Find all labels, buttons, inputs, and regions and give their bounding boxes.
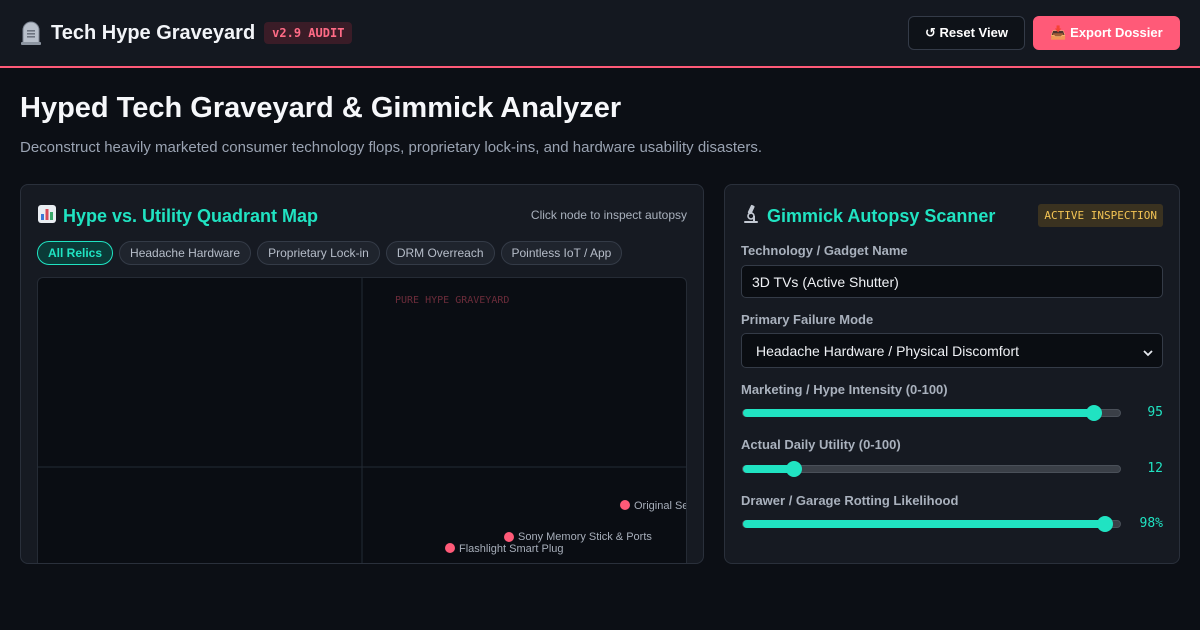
daily-utility-value: 12 <box>1147 461 1163 476</box>
slider-fill <box>743 520 1105 528</box>
slider-thumb[interactable] <box>786 461 803 477</box>
rotting-likelihood-label: Drawer / Garage Rotting Likelihood <box>741 493 959 508</box>
chevron-down-icon <box>1143 345 1153 357</box>
scanner-panel-heading: Gimmick Autopsy Scanner <box>767 206 996 226</box>
daily-utility-slider[interactable] <box>742 461 1121 477</box>
top-bar: Tech Hype Graveyard v2.9 AUDIT ↺ Reset V… <box>0 0 1200 68</box>
slider-fill <box>743 409 1094 417</box>
filter-chip-drm-overreach[interactable]: DRM Overreach <box>385 241 495 265</box>
hype-intensity-value: 95 <box>1147 405 1163 420</box>
reset-view-label: ↺ Reset View <box>925 25 1008 40</box>
quadrant-panel-hint: Click node to inspect autopsy <box>530 208 687 222</box>
filter-chip-all-relics[interactable]: All Relics <box>37 241 114 265</box>
node-label: Sony Memory Stick & Ports <box>518 531 652 543</box>
filter-chip-pointless-iot[interactable]: Pointless IoT / App <box>500 241 623 265</box>
page-title: Hyped Tech Graveyard & Gimmick Analyzer <box>20 92 622 124</box>
export-dossier-label: 📥 Export Dossier <box>1050 25 1163 40</box>
node-label: Original Se <box>634 500 687 512</box>
microscope-icon <box>741 204 761 229</box>
tombstone-icon <box>20 21 44 45</box>
version-badge: v2.9 AUDIT <box>264 22 353 44</box>
node-label: Flashlight Smart Plug <box>459 543 564 555</box>
node-original-se[interactable]: Original Se <box>620 500 687 512</box>
quadrant-map-panel: Hype vs. Utility Quadrant Map Click node… <box>20 184 704 564</box>
failure-mode-value: Headache Hardware / Physical Discomfort <box>756 342 1019 359</box>
gadget-name-input[interactable] <box>741 265 1163 298</box>
hype-intensity-label: Marketing / Hype Intensity (0-100) <box>741 382 948 397</box>
failure-mode-select[interactable]: Headache Hardware / Physical Discomfort <box>741 333 1163 368</box>
node-flashlight-smart-plug[interactable]: Flashlight Smart Plug <box>445 543 564 555</box>
page-subtitle: Deconstruct heavily marketed consumer te… <box>20 139 763 156</box>
node-sony-memory-stick[interactable]: Sony Memory Stick & Ports <box>504 531 652 543</box>
daily-utility-label: Actual Daily Utility (0-100) <box>741 437 901 452</box>
hype-intensity-slider[interactable] <box>742 405 1121 421</box>
bar-chart-icon <box>37 204 57 229</box>
active-inspection-badge: ACTIVE INSPECTION <box>1038 204 1163 227</box>
quadrant-panel-title: Hype vs. Utility Quadrant Map <box>37 204 318 229</box>
filter-chip-headache-hardware[interactable]: Headache Hardware <box>119 241 252 265</box>
export-dossier-button[interactable]: 📥 Export Dossier <box>1033 16 1180 50</box>
rotting-likelihood-slider[interactable] <box>742 516 1121 532</box>
quadrant-panel-heading: Hype vs. Utility Quadrant Map <box>63 206 319 226</box>
slider-thumb[interactable] <box>1085 405 1102 421</box>
reset-view-button[interactable]: ↺ Reset View <box>908 16 1025 50</box>
quadrant-map[interactable]: PURE HYPE GRAVEYARD Original Se Sony Mem… <box>37 277 687 563</box>
brand: Tech Hype Graveyard v2.9 AUDIT <box>20 20 353 46</box>
failure-mode-label: Primary Failure Mode <box>741 312 874 327</box>
filter-chip-proprietary-lock-in[interactable]: Proprietary Lock-in <box>257 241 380 265</box>
quadrant-svg: PURE HYPE GRAVEYARD Original Se Sony Mem… <box>38 278 687 563</box>
scanner-panel-title: Gimmick Autopsy Scanner <box>741 204 995 229</box>
gadget-name-label: Technology / Gadget Name <box>741 243 908 258</box>
quadrant-label-pure-hype: PURE HYPE GRAVEYARD <box>395 295 509 306</box>
slider-thumb[interactable] <box>1096 516 1113 532</box>
app-title: Tech Hype Graveyard <box>51 21 256 44</box>
rotting-likelihood-value: 98% <box>1139 516 1163 531</box>
filter-chips: All Relics Headache Hardware Proprietary… <box>37 241 623 265</box>
autopsy-scanner-panel: Gimmick Autopsy Scanner ACTIVE INSPECTIO… <box>724 184 1180 564</box>
